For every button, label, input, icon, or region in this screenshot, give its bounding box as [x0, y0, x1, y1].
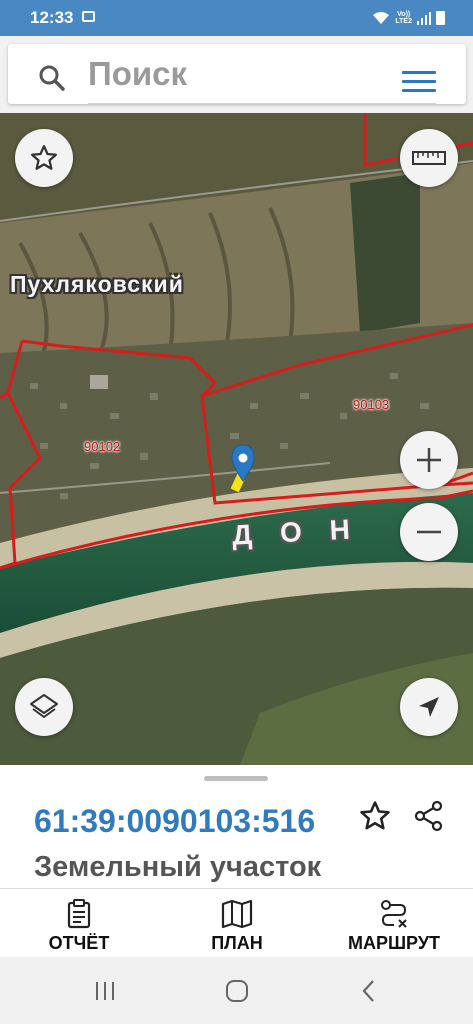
quarter-label: 90102 — [84, 439, 121, 454]
drag-handle[interactable] — [204, 776, 268, 781]
ruler-icon — [412, 151, 446, 165]
lte-indicator: Vo)) LTE2 — [395, 11, 412, 25]
status-indicators: Vo)) LTE2 — [372, 9, 445, 27]
satellite-map[interactable] — [0, 113, 473, 765]
layers-icon — [30, 694, 58, 718]
recent-apps-icon[interactable] — [94, 980, 116, 1002]
layers-button[interactable] — [15, 678, 73, 736]
map-view[interactable]: Пухляковский 90102 90103 ДОН — [0, 113, 473, 765]
status-time: 12:33 — [30, 8, 74, 27]
share-icon[interactable] — [412, 799, 446, 833]
route-button[interactable]: МАРШРУТ — [338, 899, 450, 954]
zoom-out-button[interactable] — [400, 503, 458, 561]
minus-icon — [417, 530, 441, 534]
wifi-icon — [373, 12, 390, 24]
report-button[interactable]: ОТЧЁТ — [40, 899, 118, 954]
ruler-button[interactable] — [400, 129, 458, 187]
image-notification-icon — [82, 11, 95, 22]
search-bar — [0, 36, 473, 113]
star-icon[interactable] — [358, 799, 392, 833]
star-icon — [31, 145, 57, 170]
system-nav-bar — [0, 957, 473, 1024]
object-type: Земельный участок — [34, 851, 322, 883]
plan-button[interactable]: ПЛАН — [200, 899, 274, 954]
signal-icon — [417, 12, 431, 25]
clipboard-icon — [67, 899, 91, 929]
search-icon[interactable] — [38, 64, 66, 92]
search-box[interactable] — [8, 44, 466, 104]
my-location-button[interactable] — [400, 678, 458, 736]
route-label: МАРШРУТ — [347, 933, 441, 953]
menu-icon[interactable] — [402, 71, 436, 93]
route-icon — [381, 900, 407, 928]
quarter-label: 90103 — [353, 397, 390, 412]
battery-icon — [436, 11, 445, 25]
back-icon[interactable] — [360, 979, 376, 1003]
bottom-nav: ОТЧЁТ ПЛАН МАРШРУТ — [0, 889, 473, 957]
plus-icon — [417, 448, 441, 472]
search-input[interactable] — [88, 54, 378, 94]
status-bar: 12:33 Vo)) LTE2 — [0, 0, 473, 36]
report-label: ОТЧЁТ — [48, 933, 110, 953]
zoom-in-button[interactable] — [400, 431, 458, 489]
place-name-label: Пухляковский — [10, 271, 184, 297]
cadastral-number: 61:39:0090103:516 — [34, 803, 316, 839]
search-underline — [88, 103, 436, 104]
parcel-info-panel: 61:39:0090103:516 Земельный участок ОТЧЁ… — [0, 765, 473, 957]
map-icon — [221, 899, 253, 929]
plan-label: ПЛАН — [211, 933, 263, 953]
home-icon[interactable] — [225, 979, 249, 1003]
navigation-arrow-icon — [419, 697, 439, 717]
favorites-button[interactable] — [15, 129, 73, 187]
